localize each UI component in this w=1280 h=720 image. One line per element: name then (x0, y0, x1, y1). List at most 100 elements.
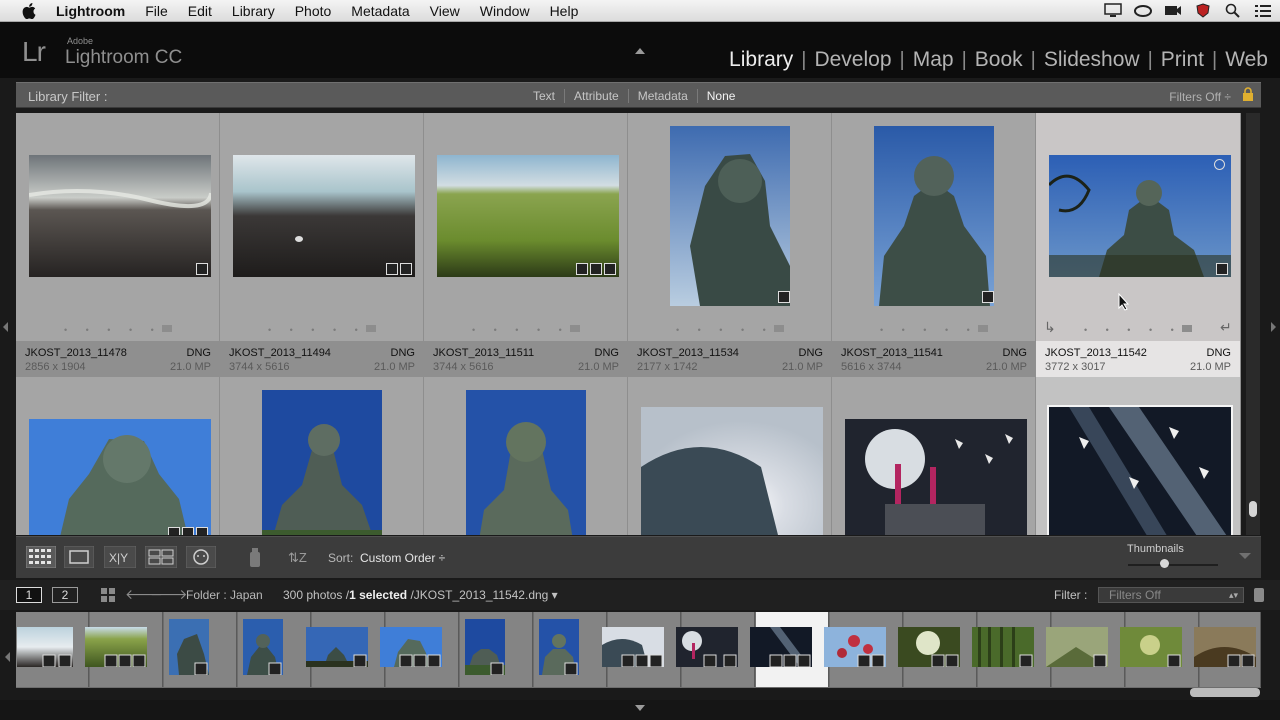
compare-view-icon[interactable]: X|Y (103, 545, 137, 569)
color-label-icon[interactable] (774, 325, 784, 332)
filmstrip-cell[interactable] (85, 612, 163, 687)
filmstrip-cell[interactable] (1120, 612, 1199, 687)
thumbnail-image[interactable] (437, 155, 619, 277)
lock-icon[interactable] (1242, 87, 1254, 101)
painter-spray-can-icon[interactable] (246, 546, 264, 568)
thumbnail-image[interactable] (233, 155, 415, 277)
grid-cell[interactable] (220, 377, 424, 535)
shield-icon[interactable] (1194, 3, 1212, 18)
grid-cell[interactable]: • • • • • JKOST_2013_11478 DNG 2856 x 19… (16, 113, 220, 377)
module-print[interactable]: Print (1161, 48, 1204, 72)
collapse-left-panel-icon[interactable] (3, 322, 8, 332)
filter-text[interactable]: Text (524, 89, 564, 103)
toolbar-content-menu-icon[interactable] (1239, 553, 1251, 559)
menu-file[interactable]: File (135, 3, 178, 19)
grid-scrollbar-thumb[interactable] (1249, 501, 1257, 517)
filmstrip-cell[interactable] (676, 612, 755, 687)
filmstrip-cell[interactable] (16, 612, 89, 687)
filmstrip-cell[interactable] (824, 612, 903, 687)
menu-metadata[interactable]: Metadata (341, 3, 419, 19)
grid-cell[interactable] (424, 377, 628, 535)
grid-cell[interactable]: • • • • • JKOST_2013_11494 DNG 3744 x 56… (220, 113, 424, 377)
color-label-icon[interactable] (570, 325, 580, 332)
grid-view-icon[interactable] (25, 545, 57, 569)
thumbnail-image[interactable] (29, 419, 211, 535)
thumbnail-image[interactable] (641, 407, 823, 535)
rotate-left-icon[interactable]: ↳ (1044, 319, 1056, 336)
filmstrip-cell[interactable] (1046, 612, 1125, 687)
filmstrip-cell[interactable] (164, 612, 237, 687)
photo-count[interactable]: 300 photos /1 selected /JKOST_2013_11542… (283, 588, 558, 602)
list-menu-icon[interactable] (1254, 3, 1272, 18)
rating-dots[interactable]: • • • • • (676, 325, 774, 335)
module-develop[interactable]: Develop (814, 48, 891, 72)
rating-dots[interactable]: • • • • • (1084, 325, 1182, 335)
thumbnail-image[interactable] (1047, 155, 1231, 277)
filmstrip-filter-dropdown[interactable]: Filters Off ▴▾ (1098, 587, 1244, 603)
filmstrip-cell[interactable] (238, 612, 311, 687)
filmstrip-cell[interactable] (380, 612, 459, 687)
rotate-right-icon[interactable]: ↵ (1220, 319, 1232, 336)
thumbnail-image[interactable] (28, 155, 213, 277)
thumbnail-image[interactable] (262, 390, 382, 535)
grid-cell[interactable] (16, 377, 220, 535)
filter-none[interactable]: None (696, 89, 745, 103)
people-view-icon[interactable] (185, 545, 217, 569)
sort-direction-icon[interactable]: ⇅Z (288, 546, 322, 568)
module-library[interactable]: Library (729, 48, 793, 72)
color-label-icon[interactable] (1182, 325, 1192, 332)
menu-edit[interactable]: Edit (178, 3, 222, 19)
camera-icon[interactable] (1164, 3, 1182, 18)
color-label-icon[interactable] (162, 325, 172, 332)
color-label-icon[interactable] (978, 325, 988, 332)
thumbnail-image[interactable] (874, 126, 994, 306)
forward-arrow-icon[interactable]: 🡒 (150, 586, 188, 603)
survey-view-icon[interactable] (144, 545, 178, 569)
filmstrip-cell[interactable] (306, 612, 385, 687)
rating-dots[interactable]: • • • • • (64, 325, 162, 335)
window-2-button[interactable]: 2 (52, 587, 78, 603)
module-slideshow[interactable]: Slideshow (1044, 48, 1140, 72)
filter-switch-icon[interactable] (1254, 588, 1264, 602)
filmstrip-scrollbar-thumb[interactable] (1190, 688, 1260, 697)
thumbnail-image[interactable] (466, 390, 586, 535)
module-book[interactable]: Book (975, 48, 1023, 72)
thumbnail-image[interactable] (845, 419, 1027, 535)
rating-dots[interactable]: • • • • • (268, 325, 366, 335)
quick-collection-dot-icon[interactable] (1214, 159, 1225, 170)
window-1-button[interactable]: 1 (16, 587, 42, 603)
grid-cell[interactable]: • • • • • JKOST_2013_11534 DNG 2177 x 17… (628, 113, 832, 377)
creative-cloud-icon[interactable] (1134, 3, 1152, 18)
filmstrip-cell[interactable] (534, 612, 607, 687)
grid-cell[interactable] (628, 377, 832, 535)
menu-view[interactable]: View (420, 3, 470, 19)
menu-window[interactable]: Window (470, 3, 540, 19)
loupe-view-icon[interactable] (63, 545, 95, 569)
collapse-right-panel-icon[interactable] (1271, 322, 1276, 332)
rating-dots[interactable]: • • • • • (880, 325, 978, 335)
color-label-icon[interactable] (366, 325, 376, 332)
filmstrip-cell[interactable] (972, 612, 1051, 687)
filmstrip-cell[interactable] (460, 612, 533, 687)
filter-metadata[interactable]: Metadata (627, 89, 697, 103)
grid-cell[interactable] (832, 377, 1036, 535)
collapse-top-panel-icon[interactable] (635, 48, 645, 54)
module-map[interactable]: Map (913, 48, 954, 72)
search-icon[interactable] (1224, 3, 1242, 18)
menu-photo[interactable]: Photo (285, 3, 342, 19)
thumbnail-image[interactable] (670, 126, 790, 306)
grid-scrollbar[interactable] (1246, 113, 1260, 535)
display-icon[interactable] (1104, 3, 1122, 18)
filmstrip-cell[interactable] (1194, 612, 1261, 687)
module-web[interactable]: Web (1225, 48, 1268, 72)
grid-cell[interactable]: • • • • • JKOST_2013_11511 DNG 3744 x 56… (424, 113, 628, 377)
menu-app-name[interactable]: Lightroom (52, 3, 135, 19)
sort-order-dropdown[interactable]: Custom Order ÷ (360, 551, 445, 565)
grid-cell[interactable] (1036, 377, 1241, 535)
grid-cell-selected[interactable]: ↳ • • • • • ↵ JKOST_2013_11542 DNG 3772 … (1036, 113, 1241, 377)
filmstrip-scroll-left-icon[interactable] (5, 652, 10, 662)
thumbnail-image[interactable] (1047, 405, 1233, 535)
menu-library[interactable]: Library (222, 3, 285, 19)
collapse-filmstrip-icon[interactable] (635, 705, 645, 711)
thumbnail-size-slider[interactable] (1128, 564, 1218, 566)
